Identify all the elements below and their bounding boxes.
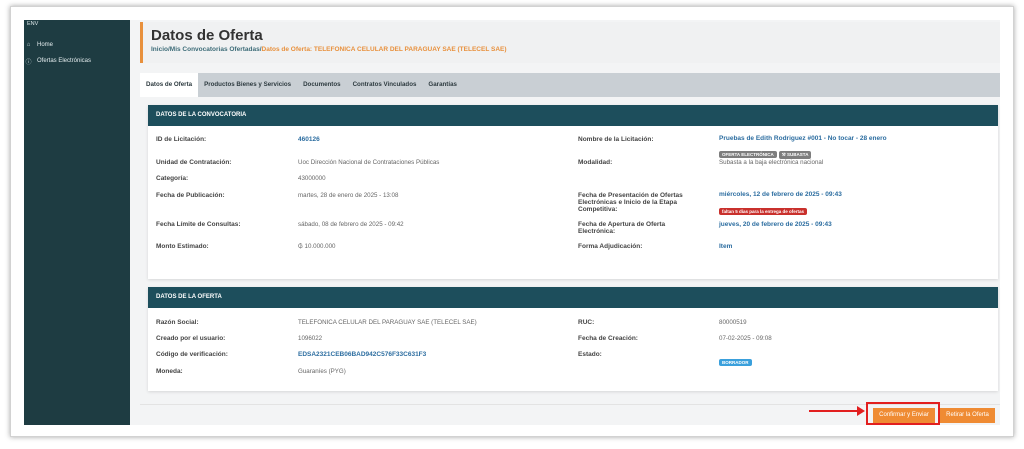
fecha-limite-value: sábado, 08 de febrero de 2025 - 09:42 [298,221,404,228]
breadcrumb: Inicio/Mis Convocatorias Ofertadas/Datos… [151,46,507,53]
environment-label: ENV [27,21,39,27]
fecha-creacion-label: Fecha de Creación: [578,335,638,342]
fecha-limite-label: Fecha Límite de Consultas: [156,221,241,228]
ruc-value: 80000519 [719,319,747,326]
razon-value: TELEFONICA CELULAR DEL PARAGUAY SAE (TEL… [298,319,477,326]
convocatoria-card-title: DATOS DE LA CONVOCATORIA [148,105,998,126]
oferta-card: DATOS DE LA OFERTA Razón Social: TELEFON… [148,287,998,391]
badge-oferta-electronica: OFERTA ELECTRÓNICA [719,151,777,158]
creado-label: Creado por el usuario: [156,335,226,342]
modalidad-label: Modalidad: [578,159,613,166]
sidebar-item-ofertas[interactable]: ⓘ Ofertas Electrónicas [24,56,91,66]
tab-garantias[interactable]: Garantías [422,73,463,97]
main-content: Datos de Oferta Inicio/Mis Convocatorias… [130,20,1000,425]
fecha-creacion-value: 07-02-2025 - 09:08 [719,335,772,342]
badge-subasta-label: SUBASTA [787,152,809,157]
info-circle-icon: ⓘ [25,59,32,66]
sidebar-item-home[interactable]: ⌂ Home [24,40,53,50]
fecha-publicacion-label: Fecha de Publicación: [156,192,225,199]
id-value[interactable]: 460126 [298,136,320,143]
breadcrumb-current: Datos de Oferta: TELEFONICA CELULAR DEL … [261,46,507,53]
sidebar-item-label: Home [37,42,54,48]
home-icon: ⌂ [26,42,31,48]
categoria-value: 43000000 [298,175,326,182]
deadline-badge-wrap: faltan 5 días para la entrega de ofertas [719,200,809,218]
fecha-presentacion-value: miércoles, 12 de febrero de 2025 - 09:43 [719,191,842,198]
id-label: ID de Licitación: [156,136,207,143]
page-title: Datos de Oferta [151,27,263,44]
sidebar-item-label: Ofertas Electrónicas [37,58,92,64]
badge-subasta: ⚒ SUBASTA [778,151,812,159]
convocatoria-card: DATOS DE LA CONVOCATORIA ID de Licitació… [148,105,998,279]
fecha-presentacion-label: Fecha de Presentación de Ofertas Electró… [578,192,683,213]
tab-datos-de-oferta[interactable]: Datos de Oferta [140,73,199,97]
unidad-label: Unidad de Contratación: [156,159,232,166]
monto-value: ₲ 10.000.000 [298,243,336,250]
forma-value: Item [719,243,733,250]
oferta-card-title: DATOS DE LA OFERTA [148,287,998,308]
razon-label: Razón Social: [156,319,199,326]
retirar-oferta-button[interactable]: Retirar la Oferta [940,408,995,423]
nombre-value[interactable]: Pruebas de Edith Rodriguez #001 - No toc… [719,135,887,142]
deadline-badge: faltan 5 días para la entrega de ofertas [719,208,808,215]
creado-value: 1096022 [298,335,323,342]
codigo-value: EDSA2321CEB06BAD942C576F33C631F3 [298,351,427,358]
unidad-value: Uoc Dirección Nacional de Contrataciones… [298,159,440,166]
tab-contratos[interactable]: Contratos Vinculados [347,73,423,97]
estado-label: Estado: [578,351,602,358]
annotation-arrow-head [857,406,865,416]
tab-productos[interactable]: Productos Bienes y Servicios [198,73,297,97]
ruc-label: RUC: [578,319,595,326]
moneda-value: Guaraníes (PYG) [298,368,346,375]
sidebar: ENV ⌂ Home ⓘ Ofertas Electrónicas [24,20,130,425]
estado-badge-wrap: BORRADOR [719,351,754,369]
breadcrumb-path[interactable]: Inicio/Mis Convocatorias Ofertadas/ [151,46,262,53]
fecha-publicacion-value: martes, 28 de enero de 2025 - 13:08 [298,192,399,199]
monto-label: Monto Estimado: [156,243,209,250]
fecha-apertura-value: jueves, 20 de febrero de 2025 - 09:43 [719,221,832,228]
moneda-label: Moneda: [156,368,183,375]
annotation-arrow [809,410,859,412]
fecha-apertura-label: Fecha de Apertura de Oferta Electrónica: [578,221,666,235]
status-badge: BORRADOR [719,359,752,366]
modalidad-value: Subasta a la baja electrónica nacional [719,159,824,166]
nombre-label: Nombre de la Licitación: [578,136,654,143]
categoria-label: Categoría: [156,175,189,182]
page-header: Datos de Oferta Inicio/Mis Convocatorias… [140,22,1000,63]
annotation-highlight-box [866,402,940,425]
tab-documentos[interactable]: Documentos [297,73,346,97]
tab-bar: Datos de Oferta Productos Bienes y Servi… [140,73,1000,97]
codigo-label: Código de verificación: [156,351,228,358]
forma-label: Forma Adjudicación: [578,243,643,250]
